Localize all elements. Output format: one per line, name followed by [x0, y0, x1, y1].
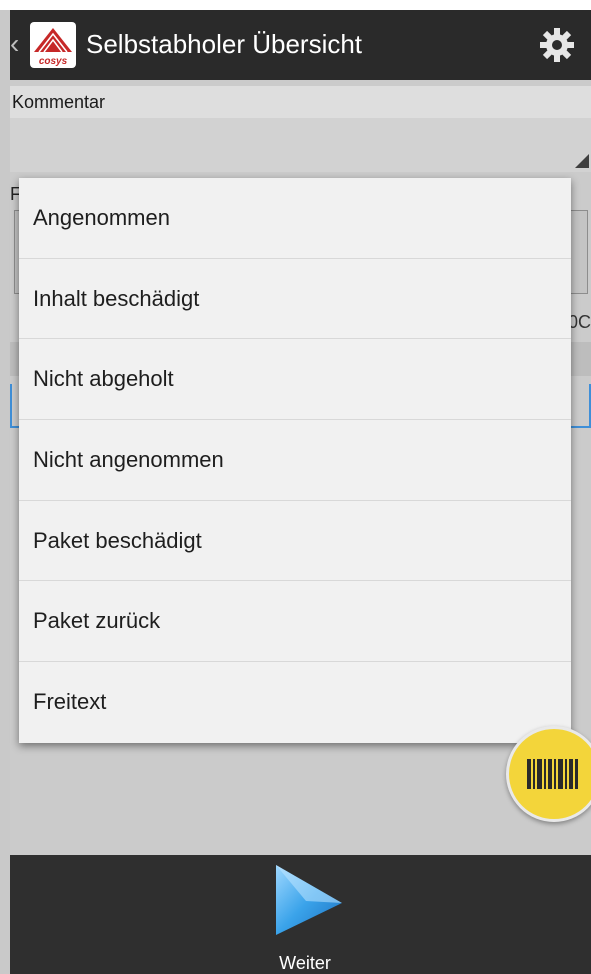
option-paket-beschaedigt[interactable]: Paket beschädigt	[19, 501, 571, 582]
bottom-bar: Weiter	[10, 855, 591, 974]
kommentar-spinner[interactable]	[10, 118, 591, 172]
option-inhalt-beschaedigt[interactable]: Inhalt beschädigt	[19, 259, 571, 340]
kommentar-label: Kommentar	[10, 86, 591, 118]
spinner-arrow-icon	[575, 154, 589, 168]
app-title: Selbstabholer Übersicht	[86, 29, 363, 59]
logo-text: cosys	[39, 56, 68, 67]
character-counter: 0C	[567, 312, 591, 332]
option-paket-zurueck[interactable]: Paket zurück	[19, 581, 571, 663]
gear-icon[interactable]	[538, 26, 576, 64]
option-nicht-angenommen[interactable]: Nicht angenommen	[19, 420, 571, 501]
option-freitext[interactable]: Freitext	[19, 662, 571, 743]
status-strip	[0, 0, 591, 10]
action-bar: ‹ cosys Selbstabholer Übersicht	[10, 10, 591, 80]
play-arrow-icon	[276, 865, 342, 935]
weiter-label: Weiter	[279, 953, 331, 973]
barcode-scan-button[interactable]	[506, 726, 591, 822]
back-chevron-icon[interactable]: ‹	[10, 26, 19, 62]
weiter-button[interactable]: Weiter	[240, 855, 370, 974]
option-nicht-abgeholt[interactable]: Nicht abgeholt	[19, 339, 571, 421]
app-logo-icon[interactable]: cosys	[30, 22, 76, 68]
kommentar-dropdown: Angenommen Inhalt beschädigt Nicht abgeh…	[19, 178, 571, 743]
logo-graphic: cosys	[34, 28, 72, 67]
option-angenommen[interactable]: Angenommen	[19, 178, 571, 259]
barcode-icon	[527, 759, 578, 789]
